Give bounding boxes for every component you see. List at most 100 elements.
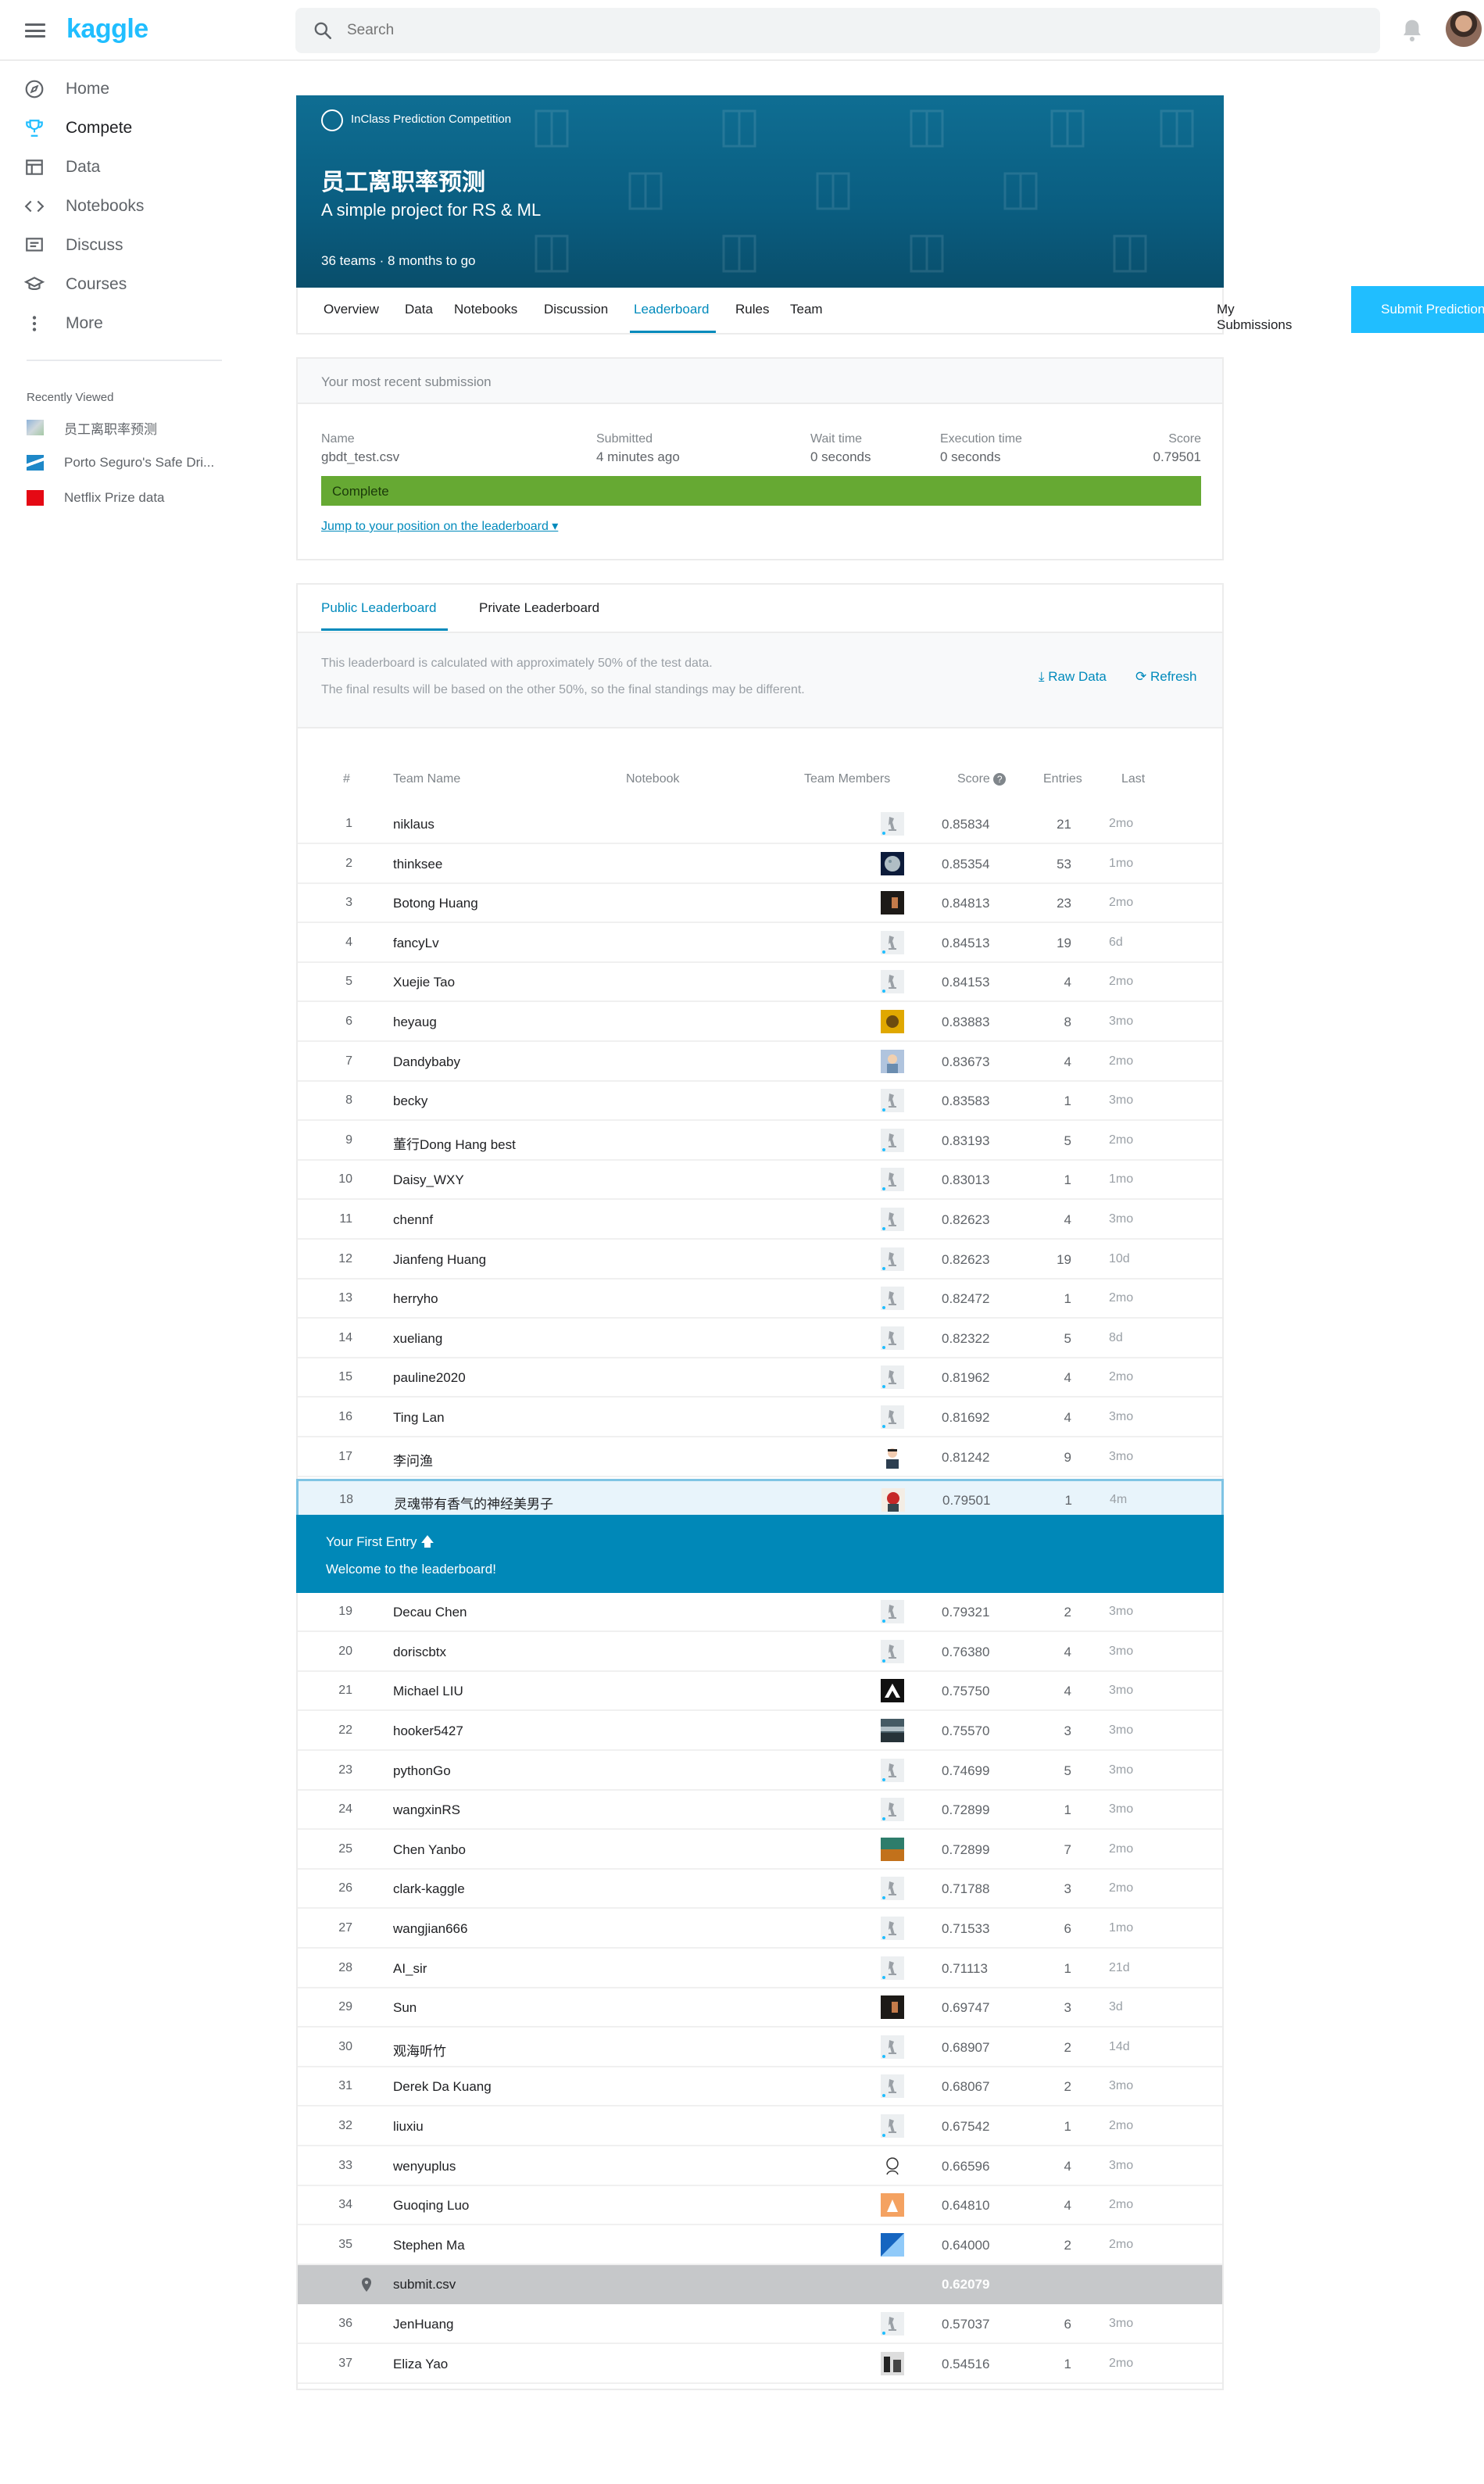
row-team-name[interactable]: hooker5427 (393, 1723, 463, 1739)
table-row[interactable]: 26 clark-kaggle 0.71788 3 2mo (298, 1870, 1222, 1910)
table-row[interactable]: 19 Decau Chen 0.79321 2 3mo (298, 1593, 1222, 1633)
user-avatar[interactable] (1446, 11, 1482, 47)
row-team-name[interactable]: wangjian666 (393, 1921, 467, 1937)
table-row[interactable]: 35 Stephen Ma 0.64000 2 2mo (298, 2226, 1222, 2265)
row-team-name[interactable]: Chen Yanbo (393, 1842, 466, 1858)
row-team-name[interactable]: Eliza Yao (393, 2357, 448, 2372)
unranked-submission-row[interactable]: submit.csv 0.62079 (298, 2265, 1222, 2305)
tab-public-leaderboard[interactable]: Public Leaderboard (321, 600, 436, 616)
tab-team[interactable]: Team (790, 302, 823, 317)
table-row[interactable]: 24 wangxinRS 0.72899 1 3mo (298, 1791, 1222, 1831)
table-row[interactable]: 37 Eliza Yao 0.54516 1 2mo (298, 2345, 1222, 2384)
table-row[interactable]: 10 Daisy_WXY 0.83013 1 1mo (298, 1161, 1222, 1201)
table-row[interactable]: 7 Dandybaby 0.83673 4 2mo (298, 1043, 1222, 1082)
team-member-avatar[interactable] (881, 1365, 904, 1390)
team-member-avatar[interactable] (881, 1639, 904, 1663)
row-team-name[interactable]: wenyuplus (393, 2159, 456, 2174)
row-team-name[interactable]: 观海听竹 (393, 2040, 446, 2060)
tab-private-leaderboard[interactable]: Private Leaderboard (479, 600, 599, 616)
table-row[interactable]: 30 观海听竹 0.68907 2 14d (298, 2028, 1222, 2067)
row-team-name[interactable]: Botong Huang (393, 896, 478, 911)
row-team-name[interactable]: doriscbtx (393, 1645, 446, 1660)
table-row[interactable]: 2 thinksee 0.85354 53 1mo (298, 845, 1222, 884)
team-member-avatar[interactable] (881, 812, 904, 836)
team-member-avatar[interactable] (881, 2074, 904, 2099)
table-row[interactable]: 20 doriscbtx 0.76380 4 3mo (298, 1633, 1222, 1672)
recent-item-competition[interactable]: 员工离职率预测 (27, 417, 238, 438)
team-member-avatar[interactable] (881, 891, 904, 915)
kaggle-logo[interactable]: kaggle (66, 14, 148, 45)
team-member-avatar[interactable] (881, 2351, 904, 2375)
team-member-avatar[interactable] (881, 1679, 904, 1703)
table-row[interactable]: 12 Jianfeng Huang 0.82623 19 10d (298, 1240, 1222, 1280)
row-team-name[interactable]: heyaug (393, 1015, 437, 1030)
team-member-avatar[interactable] (881, 1208, 904, 1231)
row-team-name[interactable]: Dandybaby (393, 1054, 460, 1070)
sidebar-item-home[interactable]: Home (23, 73, 227, 105)
table-row[interactable]: 34 Guoqing Luo 0.64810 4 2mo (298, 2186, 1222, 2226)
team-member-avatar[interactable] (881, 1488, 905, 1512)
team-member-avatar[interactable] (881, 1758, 904, 1782)
row-team-name[interactable]: thinksee (393, 857, 442, 872)
table-row[interactable]: 28 AI_sir 0.71113 1 21d (298, 1949, 1222, 1988)
team-member-avatar[interactable] (881, 1719, 904, 1742)
table-row[interactable]: 33 wenyuplus 0.66596 4 3mo (298, 2147, 1222, 2186)
row-team-name[interactable]: Ting Lan (393, 1410, 445, 1426)
table-row[interactable]: 8 becky 0.83583 1 3mo (298, 1082, 1222, 1122)
team-member-avatar[interactable] (881, 930, 904, 954)
sidebar-item-discuss[interactable]: Discuss (23, 230, 227, 261)
table-row[interactable]: 9 董行Dong Hang best 0.83193 5 2mo (298, 1122, 1222, 1161)
sidebar-item-notebooks[interactable]: Notebooks (23, 191, 227, 222)
refresh-link[interactable]: ⟳ Refresh (1135, 669, 1197, 685)
sidebar-item-data[interactable]: Data (23, 152, 227, 183)
row-team-name[interactable]: Derek Da Kuang (393, 2079, 492, 2095)
row-team-name[interactable]: Decau Chen (393, 1605, 467, 1620)
search-box[interactable] (295, 8, 1380, 53)
tab-notebooks[interactable]: Notebooks (454, 302, 517, 317)
row-team-name[interactable]: liuxiu (393, 2119, 424, 2135)
table-row[interactable]: 32 liuxiu 0.67542 1 2mo (298, 2107, 1222, 2146)
row-team-name[interactable]: 李问渔 (393, 1450, 433, 1469)
menu-icon[interactable] (25, 23, 45, 38)
row-team-name[interactable]: pythonGo (393, 1763, 451, 1779)
row-team-name[interactable]: 灵魂带有香气的神经美男子 (394, 1493, 553, 1512)
tab-discussion[interactable]: Discussion (544, 302, 608, 317)
row-team-name[interactable]: becky (393, 1093, 427, 1109)
team-member-avatar[interactable] (881, 2114, 904, 2138)
row-team-name[interactable]: 董行Dong Hang best (393, 1133, 516, 1153)
row-team-name[interactable]: Stephen Ma (393, 2238, 465, 2253)
team-member-avatar[interactable] (881, 1049, 904, 1073)
recent-item-porto[interactable]: Porto Seguro's Safe Dri... (27, 452, 238, 474)
row-team-name[interactable]: wangxinRS (393, 1802, 460, 1818)
team-member-avatar[interactable] (881, 1128, 904, 1152)
sidebar-item-courses[interactable]: Courses (23, 269, 227, 300)
row-team-name[interactable]: xueliang (393, 1331, 442, 1347)
table-row[interactable]: 15 pauline2020 0.81962 4 2mo (298, 1358, 1222, 1398)
row-team-name[interactable]: clark-kaggle (393, 1881, 465, 1897)
recent-item-netflix[interactable]: Netflix Prize data (27, 487, 238, 509)
table-row[interactable]: 22 hooker5427 0.75570 3 3mo (298, 1712, 1222, 1751)
table-row[interactable]: 17 李问渔 0.81242 9 3mo (298, 1438, 1222, 1477)
team-member-avatar[interactable] (881, 1287, 904, 1311)
tab-data[interactable]: Data (405, 302, 433, 317)
row-team-name[interactable]: Jianfeng Huang (393, 1252, 486, 1268)
team-member-avatar[interactable] (881, 2312, 904, 2335)
my-leaderboard-row[interactable]: 18 灵魂带有香气的神经美男子 0.79501 1 4m (296, 1479, 1224, 1519)
table-row[interactable]: 25 Chen Yanbo 0.72899 7 2mo (298, 1831, 1222, 1870)
team-member-avatar[interactable] (881, 1010, 904, 1033)
team-member-avatar[interactable] (881, 1877, 904, 1901)
team-member-avatar[interactable] (881, 1995, 904, 2020)
table-row[interactable]: 3 Botong Huang 0.84813 23 2mo (298, 884, 1222, 924)
row-team-name[interactable]: pauline2020 (393, 1370, 466, 1386)
sidebar-item-more[interactable]: More (23, 308, 227, 339)
row-team-name[interactable]: Sun (393, 2000, 417, 2016)
table-row[interactable]: 11 chennf 0.82623 4 3mo (298, 1201, 1222, 1240)
table-row[interactable]: 29 Sun 0.69747 3 3d (298, 1988, 1222, 2028)
table-row[interactable]: 4 fancyLv 0.84513 19 6d (298, 924, 1222, 963)
team-member-avatar[interactable] (881, 2193, 904, 2217)
team-member-avatar[interactable] (881, 2153, 904, 2178)
row-team-name[interactable]: fancyLv (393, 936, 439, 951)
row-team-name[interactable]: chennf (393, 1212, 433, 1228)
table-row[interactable]: 31 Derek Da Kuang 0.68067 2 3mo (298, 2067, 1222, 2107)
row-team-name[interactable]: JenHuang (393, 2317, 454, 2332)
